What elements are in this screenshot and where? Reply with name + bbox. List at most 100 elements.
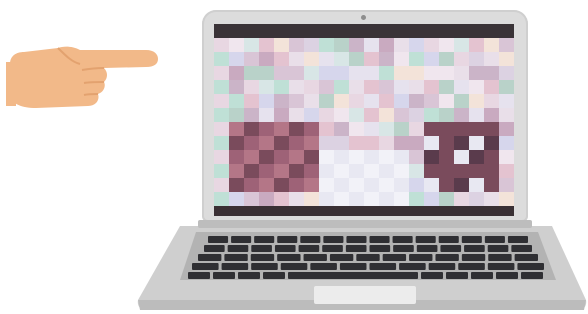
screen-mosaic-tile	[439, 52, 454, 66]
screen-mosaic-tile	[334, 38, 349, 52]
screen-mosaic-tile	[394, 136, 409, 150]
screen-mosaic-tile	[319, 136, 334, 150]
keyboard-key	[521, 272, 543, 279]
keyboard-key	[250, 254, 275, 261]
screen-mosaic-tile	[454, 122, 469, 136]
screen-mosaic-tile	[214, 52, 229, 66]
keyboard-key	[471, 272, 493, 279]
keyboard-key	[487, 263, 515, 270]
trackpad	[314, 286, 416, 304]
screen-mosaic-tile	[244, 122, 259, 136]
screen-mosaic-tile	[484, 108, 499, 122]
screen-mosaic-tile	[409, 66, 424, 80]
screen-mosaic-tile	[214, 94, 229, 108]
screen-mosaic-tile	[349, 178, 364, 192]
screen-mosaic-tile	[334, 192, 349, 206]
screen-mosaic-tile	[484, 94, 499, 108]
screen-mosaic-tile	[304, 136, 319, 150]
screen-mosaic-tile	[424, 150, 439, 164]
screen-mosaic-tile	[319, 192, 334, 206]
screen-mosaic-tile	[319, 52, 334, 66]
screen-top-bar	[214, 24, 514, 38]
keyboard-key	[392, 236, 413, 243]
screen-mosaic-tile	[244, 108, 259, 122]
screen-mosaic-tile	[379, 108, 394, 122]
laptop-screen	[214, 24, 514, 216]
screen-mosaic-tile	[229, 150, 244, 164]
screen-mosaic-tile	[454, 192, 469, 206]
screen-mosaic-tile	[229, 38, 244, 52]
screen-mosaic-tile	[424, 192, 439, 206]
screen-mosaic-tile	[274, 80, 289, 94]
screen-mosaic-tile	[349, 164, 364, 178]
screen-mosaic-tile	[289, 136, 304, 150]
screen-mosaic-tile	[484, 122, 499, 136]
screen-mosaic-tile	[334, 66, 349, 80]
screen-mosaic-tile	[379, 136, 394, 150]
screen-mosaic-tile	[274, 178, 289, 192]
keyboard-key	[280, 263, 308, 270]
screen-mosaic-tile	[289, 66, 304, 80]
screen-mosaic-tile	[499, 150, 514, 164]
screen-mosaic-tile	[484, 164, 499, 178]
screen-mosaic-tile	[469, 136, 484, 150]
screen-mosaic-tile	[364, 192, 379, 206]
screen-mosaic-tile	[499, 94, 514, 108]
screen-mosaic-tile	[289, 94, 304, 108]
screen-mosaic-tile	[394, 52, 409, 66]
keyboard-key	[263, 272, 285, 279]
screen-mosaic-tile	[349, 136, 364, 150]
screen-mosaic-tile	[304, 52, 319, 66]
screen-mosaic-tile	[484, 178, 499, 192]
screen-mosaic-tile	[439, 150, 454, 164]
screen-mosaic-tile	[439, 164, 454, 178]
screen-mosaic-tile	[454, 38, 469, 52]
screen-mosaic-tile	[469, 164, 484, 178]
keyboard-key	[382, 254, 407, 261]
screen-mosaic-tile	[229, 108, 244, 122]
screen-mosaic-tile	[244, 164, 259, 178]
screen-mosaic-tile	[289, 80, 304, 94]
keyboard-key	[511, 245, 532, 252]
screen-mosaic-tile	[289, 192, 304, 206]
keyboard-key	[231, 236, 252, 243]
keyboard-key	[224, 254, 248, 261]
keyboard-key	[277, 254, 301, 261]
screen-mosaic-tile	[379, 52, 394, 66]
screen-mosaic-tile	[364, 52, 379, 66]
illustration-scene	[0, 0, 588, 314]
screen-mosaic-tile	[364, 178, 379, 192]
screen-mosaic-tile	[409, 108, 424, 122]
screen-mosaic-tile	[499, 178, 514, 192]
screen-mosaic-tile	[394, 192, 409, 206]
screen-mosaic-tile	[259, 66, 274, 80]
screen-mosaic-tile	[319, 150, 334, 164]
screen-mosaic-tile	[454, 66, 469, 80]
screen-mosaic-tile	[349, 150, 364, 164]
screen-mosaic-tile	[214, 80, 229, 94]
screen-mosaic-tile	[439, 122, 454, 136]
keyboard-key	[208, 236, 229, 243]
screen-mosaic-tile	[259, 178, 274, 192]
screen-mosaic-tile	[364, 108, 379, 122]
screen-mosaic-tile	[214, 164, 229, 178]
screen-mosaic-tile	[424, 52, 439, 66]
screen-mosaic-tile	[469, 108, 484, 122]
screen-mosaic-tile	[334, 52, 349, 66]
screen-mosaic-tile	[244, 150, 259, 164]
screen-mosaic-tile	[484, 66, 499, 80]
screen-mosaic-tile	[304, 192, 319, 206]
keyboard-key	[323, 236, 344, 243]
screen-mosaic-tile	[229, 66, 244, 80]
screen-mosaic-tile	[454, 108, 469, 122]
screen-mosaic-tile	[214, 108, 229, 122]
keyboard-key	[496, 272, 518, 279]
screen-mosaic-tile	[379, 38, 394, 52]
keyboard-key	[507, 236, 528, 243]
keyboard-key	[277, 236, 298, 243]
screen-mosaic-tile	[364, 80, 379, 94]
screen-mosaic-tile	[229, 80, 244, 94]
screen-mosaic-tile	[484, 38, 499, 52]
screen-mosaic-tile	[469, 80, 484, 94]
screen-mosaic-tile	[499, 164, 514, 178]
